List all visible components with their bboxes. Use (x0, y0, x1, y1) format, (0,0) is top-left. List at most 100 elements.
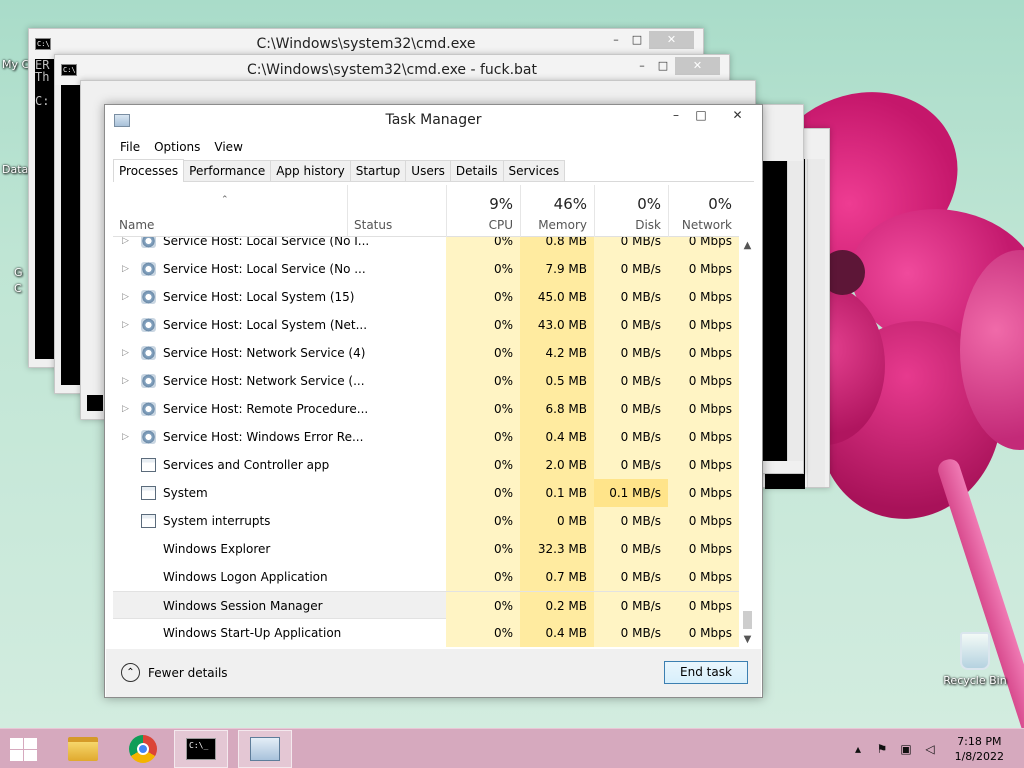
gear-icon (141, 430, 156, 444)
maximize-button[interactable]: □ (689, 105, 713, 127)
process-row[interactable]: Windows Logon Application 0% 0.7 MB 0 MB/s 0… (113, 563, 739, 591)
scroll-up-icon[interactable]: ▲ (739, 239, 756, 253)
process-cpu: 0% (446, 395, 520, 423)
tab-performance[interactable]: Performance (183, 160, 272, 181)
desktop-icon-partial[interactable]: G (14, 266, 23, 279)
process-disk: 0 MB/s (594, 255, 668, 283)
tab-details[interactable]: Details (449, 160, 504, 181)
process-disk: 0 MB/s (594, 451, 668, 479)
desktop-icon-data[interactable]: Data (2, 163, 28, 176)
expand-chevron-icon[interactable]: ▷ (122, 283, 132, 311)
taskbar-cmd[interactable]: C:\_ (174, 730, 228, 768)
tab-app-history[interactable]: App history (270, 160, 351, 181)
desktop-icon-my-computer[interactable]: My C (2, 58, 29, 71)
disk-total: 0% (637, 195, 661, 213)
expand-chevron-icon[interactable]: ▷ (122, 367, 132, 395)
process-cpu: 0% (446, 535, 520, 563)
tab-users[interactable]: Users (405, 160, 451, 181)
expand-chevron-icon[interactable]: ▷ (122, 339, 132, 367)
network-icon[interactable]: ▣ (898, 741, 914, 757)
scrollbar[interactable] (787, 161, 803, 461)
process-row[interactable]: ▷ Service Host: Local Service (No I... 0% 0… (113, 237, 739, 255)
tab-services[interactable]: Services (502, 160, 566, 181)
process-disk: 0 MB/s (594, 367, 668, 395)
gear-icon (141, 346, 156, 360)
column-status[interactable]: Status (347, 185, 446, 237)
process-row[interactable]: System interrupts 0% 0 MB 0 MB/s 0 Mbps (113, 507, 739, 535)
chevron-up-icon: ⌃ (121, 663, 140, 682)
expand-chevron-icon[interactable]: ▷ (122, 255, 132, 283)
scrollbar[interactable] (807, 159, 825, 487)
process-name: Windows Start-Up Application (163, 626, 342, 640)
minimize-button[interactable]: – (663, 105, 689, 127)
show-hidden-icons-icon[interactable]: ▴ (850, 741, 866, 757)
action-center-icon[interactable]: ⚑ (874, 741, 890, 757)
task-manager-title-bar[interactable]: Task Manager – □ ✕ (105, 105, 762, 135)
process-network: 0 Mbps (668, 367, 739, 395)
process-disk: 0 MB/s (594, 237, 668, 255)
expand-chevron-icon[interactable]: ▷ (122, 237, 132, 255)
taskbar-task-manager[interactable] (238, 730, 292, 768)
clock[interactable]: 7:18 PM 1/8/2022 (955, 734, 1004, 768)
maximize-button[interactable]: □ (651, 57, 675, 75)
process-network: 0 Mbps (668, 423, 739, 451)
process-row[interactable]: Windows Session Manager 0% 0.2 MB 0 MB/s 0 M… (113, 591, 739, 620)
cmd-window-title: C:\Windows\system32\cmd.exe - fuck.bat (246, 62, 538, 78)
column-disk[interactable]: 0% Disk (594, 185, 668, 237)
gear-icon (141, 318, 156, 332)
fewer-details-label: Fewer details (148, 665, 228, 680)
menu-options[interactable]: Options (147, 137, 207, 157)
menu-view[interactable]: View (207, 137, 249, 157)
process-row[interactable]: Windows Start-Up Application 0% 0.4 MB 0 MB… (113, 619, 739, 647)
process-row[interactable]: System 0% 0.1 MB 0.1 MB/s 0 Mbps (113, 479, 739, 507)
tab-processes[interactable]: Processes (113, 159, 185, 182)
process-network: 0 Mbps (668, 507, 739, 535)
chrome-icon (129, 735, 157, 763)
maximize-button[interactable]: □ (625, 31, 649, 49)
process-row[interactable]: Windows Explorer 0% 32.3 MB 0 MB/s 0 Mbps (113, 535, 739, 563)
process-name: Service Host: Local Service (No I... (163, 237, 370, 248)
process-list-scrollbar[interactable]: ▲ ▼ (739, 237, 756, 649)
cmd-window-title: C:\Windows\system32\cmd.exe (256, 36, 476, 52)
process-name: Service Host: Local Service (No ... (163, 262, 366, 276)
column-memory[interactable]: 46% Memory (520, 185, 594, 237)
close-button[interactable]: ✕ (715, 105, 760, 127)
process-network: 0 Mbps (668, 311, 739, 339)
fewer-details-button[interactable]: ⌃ Fewer details (121, 663, 228, 682)
scroll-down-icon[interactable]: ▼ (739, 633, 756, 647)
process-memory: 0.4 MB (520, 619, 594, 647)
close-button[interactable]: ✕ (675, 57, 720, 75)
taskbar-file-explorer[interactable] (56, 730, 110, 768)
process-cpu: 0% (446, 367, 520, 395)
process-row[interactable]: ▷ Service Host: Local System (15) 0% 45.0 M… (113, 283, 739, 311)
desktop-icon-partial[interactable]: C (14, 282, 22, 295)
taskbar-chrome[interactable] (116, 730, 170, 768)
task-manager-window[interactable]: Task Manager – □ ✕ File Options View Pro… (104, 104, 763, 698)
close-button[interactable]: ✕ (649, 31, 694, 49)
expand-chevron-icon[interactable]: ▷ (122, 423, 132, 451)
process-memory: 2.0 MB (520, 451, 594, 479)
process-row[interactable]: ▷ Service Host: Windows Error Re... 0% 0.4 … (113, 423, 739, 451)
desktop-icon-recycle-bin[interactable]: Recycle Bin (942, 632, 1008, 687)
column-name[interactable]: ⌃ Name (113, 185, 347, 237)
process-row[interactable]: ▷ Service Host: Remote Procedure... 0% 6.8 … (113, 395, 739, 423)
process-name: Windows Logon Application (163, 570, 328, 584)
expand-chevron-icon[interactable]: ▷ (122, 395, 132, 423)
process-row[interactable]: ▷ Service Host: Local System (Net... 0% 43.… (113, 311, 739, 339)
process-memory: 0 MB (520, 507, 594, 535)
process-network: 0 Mbps (668, 255, 739, 283)
process-row[interactable]: ▷ Service Host: Network Service (... 0% 0.5… (113, 367, 739, 395)
process-row[interactable]: ▷ Service Host: Local Service (No ... 0% 7.… (113, 255, 739, 283)
process-disk: 0 MB/s (594, 535, 668, 563)
column-network[interactable]: 0% Network (668, 185, 739, 237)
process-row[interactable]: ▷ Service Host: Network Service (4) 0% 4.2 … (113, 339, 739, 367)
tab-startup[interactable]: Startup (349, 160, 407, 181)
end-task-button[interactable]: End task (664, 661, 748, 684)
expand-chevron-icon[interactable]: ▷ (122, 311, 132, 339)
column-cpu[interactable]: 9% CPU (446, 185, 520, 237)
volume-icon[interactable]: ◁ (922, 741, 938, 757)
process-row[interactable]: Services and Controller app 0% 2.0 MB 0 MB/… (113, 451, 739, 479)
start-button[interactable] (8, 737, 38, 761)
scrollbar-thumb[interactable] (743, 611, 752, 629)
menu-file[interactable]: File (113, 137, 147, 157)
